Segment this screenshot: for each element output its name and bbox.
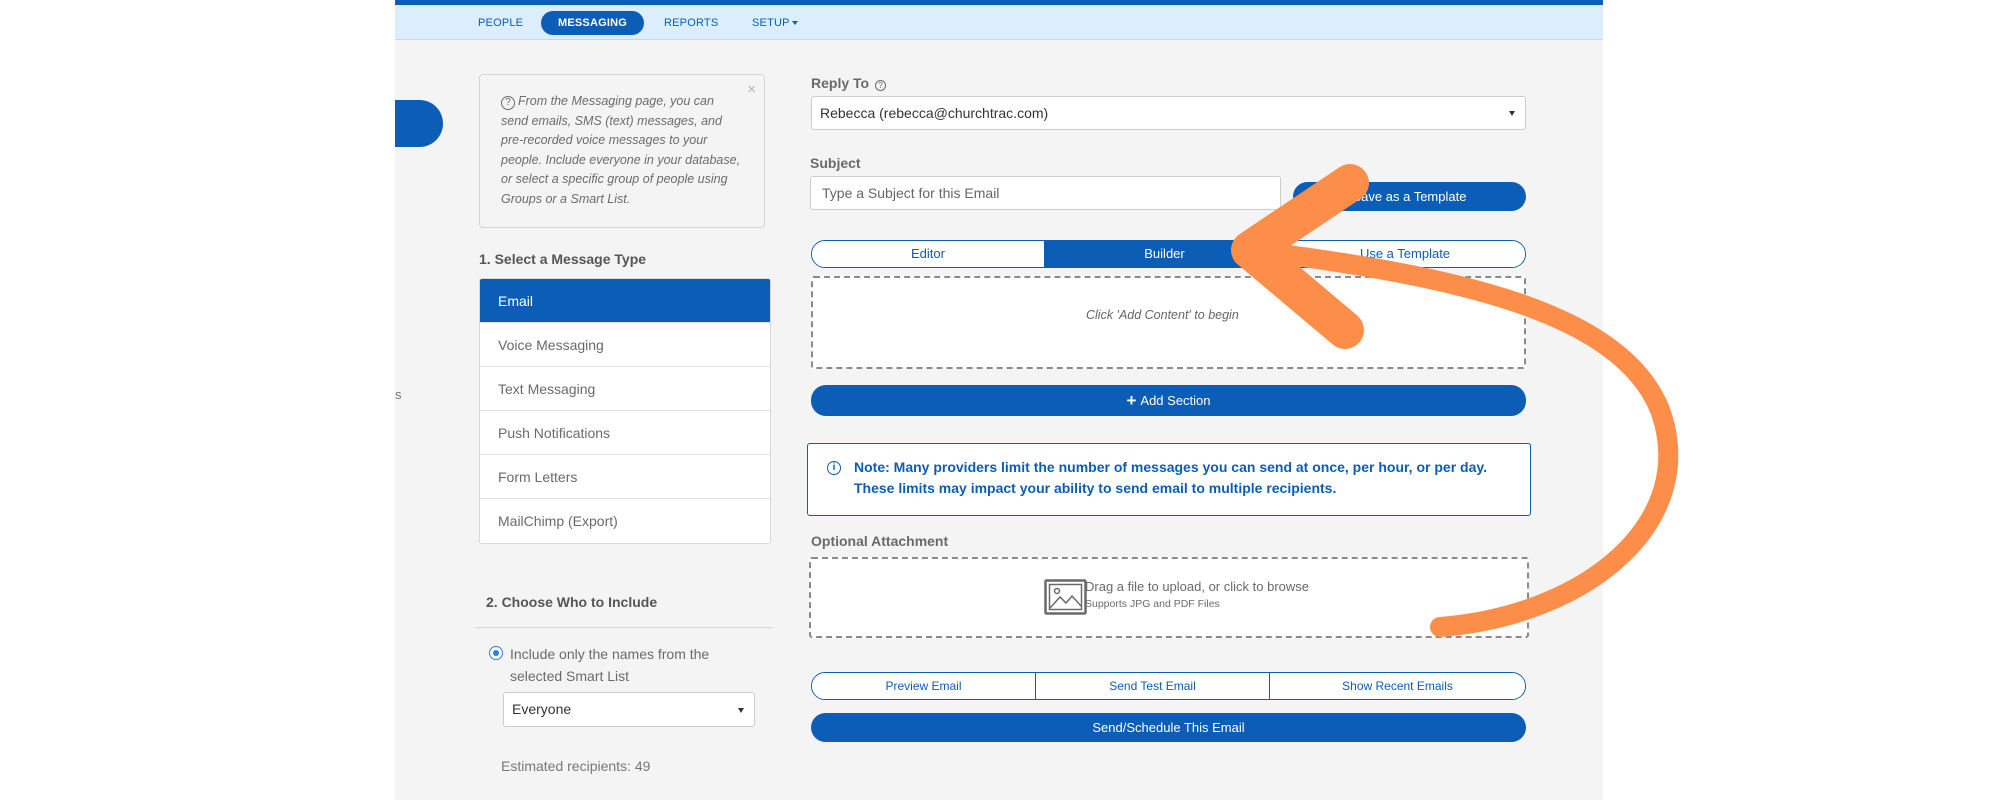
message-type-email[interactable]: Email — [480, 279, 770, 323]
reply-to-value: Rebecca (rebecca@churchtrac.com) — [820, 105, 1049, 121]
image-icon — [1044, 579, 1087, 615]
builder-canvas[interactable]: Click 'Add Content' to begin — [811, 276, 1526, 369]
chevron-down-icon — [1509, 111, 1515, 116]
nav-setup[interactable]: SETUP — [752, 11, 798, 35]
reply-to-label: Reply To ? — [811, 75, 886, 91]
save-template-button[interactable]: Save as a Template — [1293, 182, 1526, 211]
divider — [475, 627, 773, 628]
top-nav: PEOPLE MESSAGING REPORTS SETUP — [395, 5, 1603, 40]
subject-label: Subject — [810, 155, 861, 171]
dropzone-text: Drag a file to upload, or click to brows… — [1085, 579, 1309, 594]
add-section-button[interactable]: + Add Section — [811, 385, 1526, 416]
help-icon[interactable]: ? — [874, 80, 886, 91]
sidebar-toggle-button[interactable] — [395, 100, 443, 147]
send-test-email-button[interactable]: Send Test Email — [1036, 673, 1270, 699]
show-recent-emails-button[interactable]: Show Recent Emails — [1270, 673, 1525, 699]
reply-to-label-text: Reply To — [811, 75, 870, 91]
nav-setup-label: SETUP — [752, 17, 790, 29]
message-type-voice[interactable]: Voice Messaging — [480, 323, 770, 367]
provider-limit-note: i Note: Many providers limit the number … — [807, 443, 1531, 516]
chevron-down-icon — [738, 707, 744, 713]
builder-hint: Click 'Add Content' to begin — [1086, 308, 1239, 322]
nav-people[interactable]: PEOPLE — [478, 11, 523, 35]
plus-icon: + — [1126, 391, 1137, 410]
message-type-form-letters[interactable]: Form Letters — [480, 455, 770, 499]
app-window: PEOPLE MESSAGING REPORTS SETUP s × ? From… — [395, 0, 1603, 800]
smart-list-value: Everyone — [512, 701, 572, 717]
close-icon[interactable]: × — [747, 81, 756, 98]
question-icon: ? — [501, 96, 515, 110]
tab-builder[interactable]: Builder — [1045, 241, 1285, 267]
info-text-body: From the Messaging page, you can send em… — [501, 94, 741, 206]
message-type-list: Email Voice Messaging Text Messaging Pus… — [479, 278, 771, 544]
tab-use-template[interactable]: Use a Template — [1285, 241, 1525, 267]
message-type-push[interactable]: Push Notifications — [480, 411, 770, 455]
attachment-label: Optional Attachment — [811, 533, 949, 549]
info-panel: × ? From the Messaging page, you can send… — [479, 74, 765, 228]
reply-to-select[interactable]: Rebecca (rebecca@churchtrac.com) — [811, 96, 1526, 130]
message-type-heading: 1. Select a Message Type — [479, 251, 647, 267]
note-text: Note: Many providers limit the number of… — [854, 459, 1488, 496]
include-heading: 2. Choose Who to Include — [486, 594, 658, 610]
email-actions: Preview Email Send Test Email Show Recen… — [811, 672, 1526, 700]
nav-reports[interactable]: REPORTS — [664, 11, 718, 35]
tab-editor[interactable]: Editor — [812, 241, 1045, 267]
smart-list-radio-label: Include only the names from the selected… — [510, 646, 710, 684]
smart-list-radio[interactable] — [489, 646, 503, 660]
send-schedule-button[interactable]: Send/Schedule This Email — [811, 713, 1526, 742]
preview-email-button[interactable]: Preview Email — [812, 673, 1036, 699]
chevron-down-icon — [791, 21, 798, 26]
subject-input[interactable]: Type a Subject for this Email — [810, 176, 1281, 210]
editor-mode-tabs: Editor Builder Use a Template — [811, 240, 1526, 268]
dropzone-supports: Supports JPG and PDF Files — [1085, 598, 1220, 610]
message-type-text[interactable]: Text Messaging — [480, 367, 770, 411]
message-type-mailchimp[interactable]: MailChimp (Export) — [480, 499, 770, 543]
add-section-label: Add Section — [1140, 393, 1211, 408]
sidebar-partial-label: s — [395, 387, 402, 402]
info-text: ? From the Messaging page, you can send e… — [501, 92, 742, 209]
attachment-dropzone[interactable]: Drag a file to upload, or click to brows… — [809, 557, 1529, 638]
smart-list-select[interactable]: Everyone — [503, 692, 755, 727]
estimated-recipients: Estimated recipients: 49 — [501, 758, 651, 774]
info-icon: i — [827, 461, 841, 475]
nav-messaging[interactable]: MESSAGING — [541, 11, 645, 35]
